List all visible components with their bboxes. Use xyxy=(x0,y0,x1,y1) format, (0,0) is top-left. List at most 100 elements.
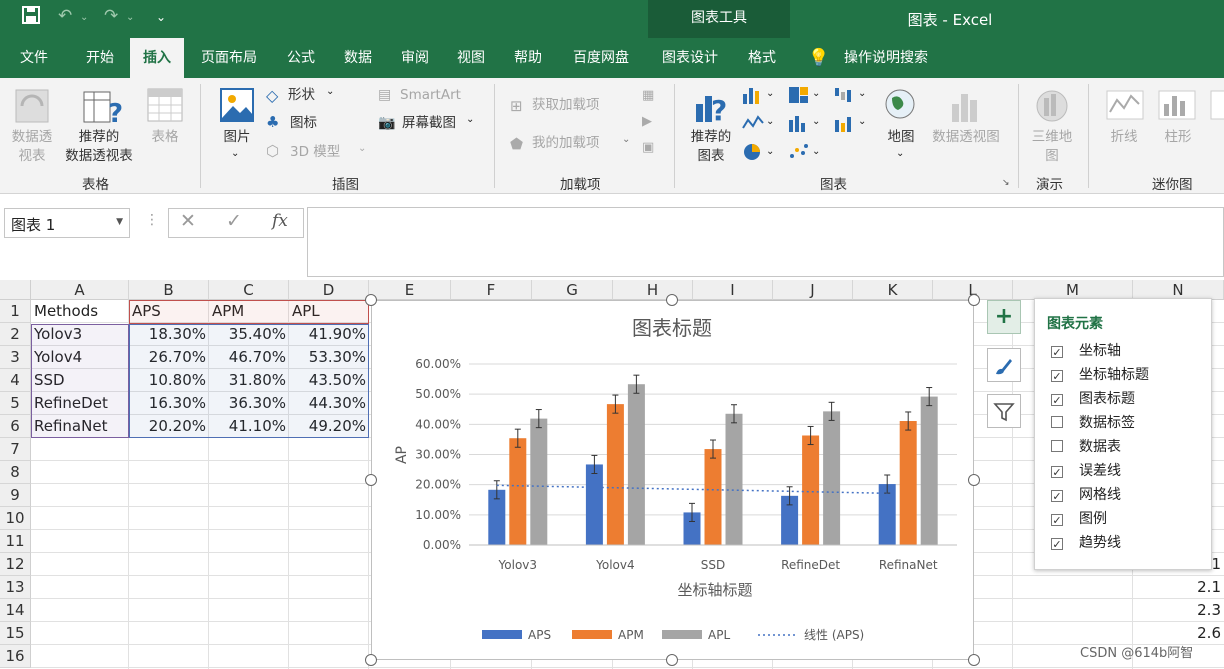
name-box-dropdown-icon[interactable]: ▼ xyxy=(116,217,123,227)
shapes-dropdown-icon[interactable]: ⌄ xyxy=(326,86,334,97)
row-header-2[interactable]: 2 xyxy=(0,323,31,346)
row-header-9[interactable]: 9 xyxy=(0,484,31,507)
dialog-launcher-icon[interactable]: ↘ xyxy=(1002,178,1010,188)
column-header-G[interactable]: G xyxy=(532,280,613,300)
waterfall-chart-dropdown-icon[interactable]: ⌄ xyxy=(858,88,866,99)
menu-chart-design[interactable]: 图表设计 xyxy=(652,38,728,78)
recommended-pivot-button[interactable]: 推荐的 数据透视表 xyxy=(58,128,140,166)
people-graph-icon[interactable]: ▣ xyxy=(642,140,654,155)
row-header-14[interactable]: 14 xyxy=(0,599,31,622)
checkbox[interactable]: ✓ xyxy=(1051,346,1063,358)
resize-handle-bottom[interactable] xyxy=(666,654,678,666)
column-header-E[interactable]: E xyxy=(369,280,451,300)
shapes-button[interactable]: 形状 xyxy=(288,86,315,105)
cancel-icon[interactable]: ✕ xyxy=(180,210,196,232)
get-addins-button[interactable]: 获取加载项 xyxy=(532,96,600,115)
column-header-I[interactable]: I xyxy=(693,280,773,300)
visio-icon[interactable]: ▶ xyxy=(642,114,652,129)
checkbox[interactable]: ✓ xyxy=(1051,538,1063,550)
name-box[interactable]: 图表 1 ▼ xyxy=(4,208,130,238)
row-header-3[interactable]: 3 xyxy=(0,346,31,369)
column-header-K[interactable]: K xyxy=(853,280,933,300)
table-button[interactable]: 表格 xyxy=(140,128,190,147)
statistic-chart-icon[interactable] xyxy=(788,114,810,136)
combo-chart-dropdown-icon[interactable]: ⌄ xyxy=(858,116,866,127)
pie-chart-dropdown-icon[interactable]: ⌄ xyxy=(766,146,774,157)
line-chart-dropdown-icon[interactable]: ⌄ xyxy=(766,116,774,127)
menu-insert[interactable]: 插入 xyxy=(130,38,184,78)
row-header-15[interactable]: 15 xyxy=(0,622,31,645)
column-chart-icon[interactable] xyxy=(742,86,764,108)
row-header-7[interactable]: 7 xyxy=(0,438,31,461)
enter-icon[interactable]: ✓ xyxy=(226,210,242,232)
element-option[interactable]: ✓ 趋势线 xyxy=(1051,531,1121,555)
element-option[interactable]: ✓ 坐标轴标题 xyxy=(1051,363,1149,387)
checkbox[interactable]: ✓ xyxy=(1051,466,1063,478)
column-header-M[interactable]: M xyxy=(1013,280,1133,300)
combo-chart-icon[interactable] xyxy=(834,114,856,136)
row-header-8[interactable]: 8 xyxy=(0,461,31,484)
pivot-table-button[interactable]: 数据透 视表 xyxy=(4,128,60,166)
sparkline-line-button[interactable]: 折线 xyxy=(1104,128,1144,147)
statistic-chart-dropdown-icon[interactable]: ⌄ xyxy=(812,116,820,127)
customize-icon[interactable]: ⌄ xyxy=(156,10,166,24)
menu-file[interactable]: 文件 xyxy=(8,38,60,78)
row-header-13[interactable]: 13 xyxy=(0,576,31,599)
column-header-C[interactable]: C xyxy=(209,280,289,300)
column-header-F[interactable]: F xyxy=(451,280,532,300)
column-chart-dropdown-icon[interactable]: ⌄ xyxy=(766,88,774,99)
menu-home[interactable]: 开始 xyxy=(76,38,124,78)
chart-filters-button[interactable] xyxy=(987,394,1021,428)
sparkline-column-button[interactable]: 柱形 xyxy=(1158,128,1198,147)
column-header-J[interactable]: J xyxy=(773,280,853,300)
checkbox[interactable]: ✓ xyxy=(1051,514,1063,526)
column-header-D[interactable]: D xyxy=(289,280,369,300)
hierarchy-chart-dropdown-icon[interactable]: ⌄ xyxy=(812,88,820,99)
header-cell[interactable]: Methods xyxy=(31,300,129,323)
resize-handle-right[interactable] xyxy=(968,474,980,486)
row-header-10[interactable]: 10 xyxy=(0,507,31,530)
chart-elements-button[interactable]: + xyxy=(987,300,1021,334)
waterfall-chart-icon[interactable] xyxy=(834,86,856,108)
element-option[interactable]: 数据表 xyxy=(1051,435,1121,459)
row-header-12[interactable]: 12 xyxy=(0,553,31,576)
checkbox[interactable] xyxy=(1051,416,1063,428)
element-option[interactable]: ✓ 坐标轴 xyxy=(1051,339,1121,363)
3d-models-button[interactable]: 3D 模型 xyxy=(290,143,340,162)
scatter-chart-dropdown-icon[interactable]: ⌄ xyxy=(812,146,820,157)
icons-button[interactable]: 图标 xyxy=(290,114,317,133)
menu-formulas[interactable]: 公式 xyxy=(278,38,324,78)
column-header-H[interactable]: H xyxy=(613,280,693,300)
undo-icon[interactable]: ↶ xyxy=(58,6,72,26)
element-option[interactable]: ✓ 图表标题 xyxy=(1051,387,1135,411)
checkbox[interactable]: ✓ xyxy=(1051,490,1063,502)
smartart-button[interactable]: SmartArt xyxy=(400,86,461,105)
checkbox[interactable]: ✓ xyxy=(1051,394,1063,406)
formula-input[interactable] xyxy=(307,207,1224,277)
menu-review[interactable]: 审阅 xyxy=(392,38,438,78)
undo-dropdown-icon[interactable]: ⌄ xyxy=(80,12,88,23)
column-header-B[interactable]: B xyxy=(129,280,209,300)
recommended-charts-button[interactable]: 推荐的 图表 xyxy=(684,128,738,166)
element-option[interactable]: ✓ 图例 xyxy=(1051,507,1107,531)
resize-handle-bottom-left[interactable] xyxy=(365,654,377,666)
menu-data[interactable]: 数据 xyxy=(334,38,382,78)
checkbox[interactable] xyxy=(1051,440,1063,452)
line-chart-icon[interactable] xyxy=(742,114,764,136)
row-header-4[interactable]: 4 xyxy=(0,369,31,392)
element-option[interactable]: ✓ 网格线 xyxy=(1051,483,1121,507)
column-header-A[interactable]: A xyxy=(31,280,129,300)
pie-chart-icon[interactable] xyxy=(742,142,764,166)
redo-icon[interactable]: ↷ xyxy=(104,6,118,26)
menu-format[interactable]: 格式 xyxy=(738,38,786,78)
bing-maps-icon[interactable]: ▦ xyxy=(642,88,654,103)
menu-page-layout[interactable]: 页面布局 xyxy=(192,38,266,78)
resize-handle-top[interactable] xyxy=(666,294,678,306)
menu-view[interactable]: 视图 xyxy=(448,38,494,78)
resize-handle-top-right[interactable] xyxy=(968,294,980,306)
hierarchy-chart-icon[interactable] xyxy=(788,86,810,108)
row-header-1[interactable]: 1 xyxy=(0,300,31,323)
chart-area[interactable]: 图表标题 0.00% 10.00% 20.00% 30.00% 40.00% 50.00% 6… xyxy=(371,300,974,660)
menu-baidu-netdisk[interactable]: 百度网盘 xyxy=(562,38,640,78)
checkbox[interactable]: ✓ xyxy=(1051,370,1063,382)
